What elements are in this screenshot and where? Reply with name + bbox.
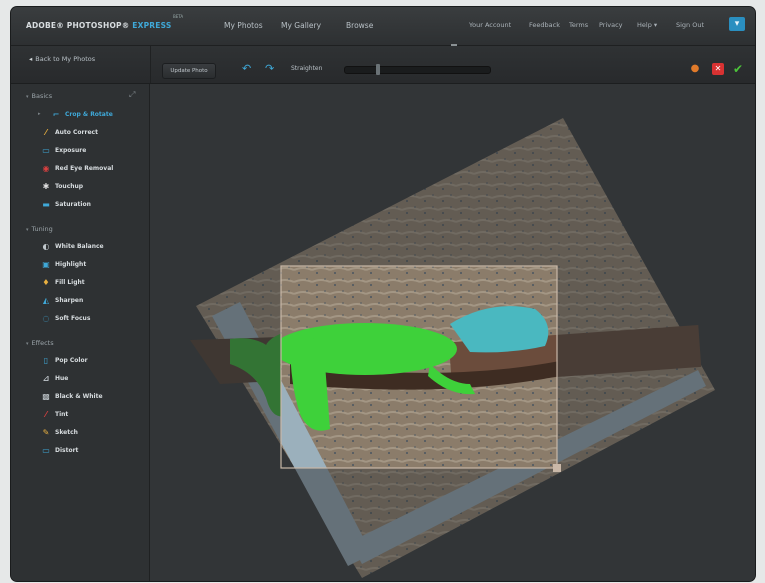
white-balance-icon: ◐ [42,242,50,251]
section-label: Basics [31,92,53,100]
edit-toolbar: ◂ Back to My Photos Update Photo ↶ ↷ Stra… [11,46,755,84]
tool-saturation[interactable]: ▬ Saturation [41,201,91,213]
top-navigation-bar: ADOBE® PHOTOSHOP® EXPRESS BETA My Photos… [11,7,755,46]
tool-label: Sketch [55,429,78,436]
tool-distort[interactable]: ▭ Distort [41,447,78,459]
tool-label: Soft Focus [55,315,91,322]
photo-canvas[interactable] [150,84,755,581]
reset-icon[interactable]: ● [689,63,701,75]
straighten-label: Straighten [291,65,323,72]
beta-badge: BETA [173,14,184,19]
expand-arrow-icon: ▸ [38,111,41,117]
tool-auto-correct[interactable]: ⁄ Auto Correct [41,129,98,141]
update-photo-button[interactable]: Update Photo [162,63,216,79]
section-tuning[interactable]: ▾ Tuning [26,225,53,233]
cancel-icon[interactable]: ✕ [712,63,724,75]
section-toggle-icon: ▾ [26,227,29,233]
app-logo[interactable]: ADOBE® PHOTOSHOP® EXPRESS [26,21,171,30]
cart-icon[interactable]: ▾ [729,17,745,31]
link-help[interactable]: Help ▾ [637,21,657,29]
black-white-icon: ▩ [42,392,50,401]
redo-arrow-icon[interactable]: ↷ [265,62,274,75]
saturation-icon: ▬ [42,200,50,209]
straighten-slider-knob[interactable] [376,64,380,75]
tool-sketch[interactable]: ✎ Sketch [41,429,78,441]
tool-label: Highlight [55,261,87,268]
nav-my-photos[interactable]: My Photos [224,21,263,30]
undo-arrow-icon[interactable]: ↶ [242,62,251,75]
section-effects[interactable]: ▾ Effects [26,339,54,347]
section-label: Effects [31,339,54,347]
link-privacy[interactable]: Privacy [599,21,623,29]
back-to-my-photos-link[interactable]: ◂ Back to My Photos [29,55,95,63]
back-label: Back to My Photos [35,55,96,63]
tool-pop-color[interactable]: ▯ Pop Color [41,357,88,369]
tool-label: Exposure [55,147,87,154]
tool-label: Red Eye Removal [55,165,114,172]
tool-soft-focus[interactable]: ◌ Soft Focus [41,314,91,327]
nav-my-gallery[interactable]: My Gallery [281,21,321,30]
tool-label: Crop & Rotate [65,111,113,118]
tint-brush-icon: ⁄ [45,410,47,419]
link-your-account[interactable]: Your Account [469,21,511,29]
link-terms[interactable]: Terms [569,21,588,29]
collapse-panel-icon[interactable]: ⤢ [129,90,138,99]
tool-highlight[interactable]: ▣ Highlight [41,261,86,273]
soft-focus-icon: ◌ [42,314,50,323]
back-arrow-icon: ◂ [29,55,33,63]
tool-red-eye-removal[interactable]: ◉ Red Eye Removal [41,164,114,177]
red-eye-icon: ◉ [42,164,50,173]
link-feedback[interactable]: Feedback [529,21,560,29]
tool-tint[interactable]: ⁄ Tint [41,411,68,423]
section-basics[interactable]: ▾ Basics [26,92,52,100]
logo-express: EXPRESS [132,21,172,30]
distort-icon: ▭ [42,446,50,455]
tool-black-white[interactable]: ▩ Black & White [41,392,103,405]
tool-label: Distort [55,447,79,454]
tool-label: Hue [55,375,69,382]
tool-label: Sharpen [55,297,84,304]
tool-exposure[interactable]: ▭ Exposure [41,147,86,159]
tool-label: Saturation [55,201,91,208]
tool-label: Pop Color [55,357,88,364]
tool-fill-light[interactable]: ♦ Fill Light [41,278,85,291]
logo-main: ADOBE® PHOTOSHOP® [26,21,130,30]
tool-label: Tint [55,411,69,418]
fill-light-bulb-icon: ♦ [42,278,50,287]
nav-browse[interactable]: Browse [346,21,373,30]
tool-crop-rotate[interactable]: ▸ ⌐ Crop & Rotate [38,110,113,123]
accept-check-icon[interactable]: ✔ [732,63,744,75]
sharpen-icon: ◭ [42,296,50,305]
magic-wand-icon: ⁄ [45,128,47,137]
tool-label: Black & White [55,393,103,400]
tool-hue[interactable]: ⊿ Hue [41,374,69,387]
toolbar-divider [150,46,151,83]
photo-workspace [190,118,715,578]
tool-touchup[interactable]: ✱ Touchup [41,183,83,195]
highlight-icon: ▣ [42,260,50,269]
straighten-slider[interactable] [344,64,491,75]
crop-resize-handle[interactable] [553,464,561,472]
tool-label: Fill Light [55,279,85,286]
section-toggle-icon: ▾ [26,341,29,347]
touchup-brush-icon: ✱ [42,182,50,191]
tool-sharpen[interactable]: ◭ Sharpen [41,297,83,309]
crop-icon: ⌐ [52,110,60,119]
exposure-icon: ▭ [42,146,50,155]
tool-label: Auto Correct [55,129,98,136]
pop-color-icon: ▯ [43,356,49,365]
section-label: Tuning [31,225,53,233]
app-window: ADOBE® PHOTOSHOP® EXPRESS BETA My Photos… [11,7,755,581]
section-toggle-icon: ▾ [26,94,29,100]
tool-label: Touchup [55,183,84,190]
link-sign-out[interactable]: Sign Out [676,21,704,29]
hue-icon: ⊿ [42,374,50,383]
tool-white-balance[interactable]: ◐ White Balance [41,243,104,255]
tool-label: White Balance [55,243,104,250]
tools-sidebar: ⤢ ▾ Basics ▸ ⌐ Crop & Rotate ⁄ Auto Correct … [11,84,150,581]
sketch-pencil-icon: ✎ [42,428,50,437]
